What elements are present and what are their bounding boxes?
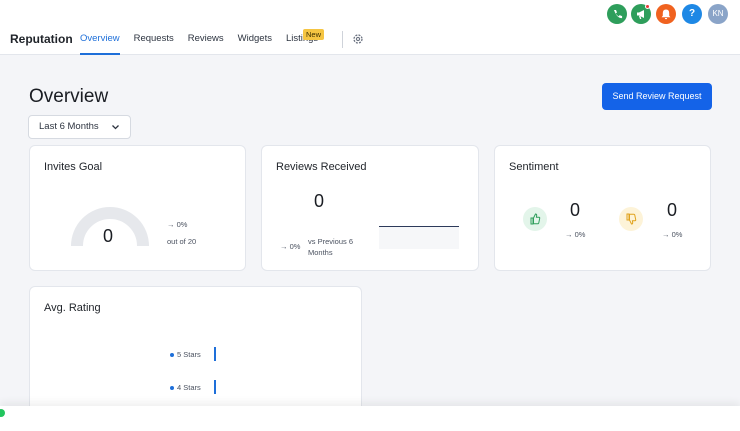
reviews-comparison: vs Previous 6 Months [308, 237, 354, 257]
tab-widgets[interactable]: Widgets [238, 33, 272, 55]
chevron-down-icon [111, 116, 120, 146]
tab-overview[interactable]: Overview [80, 33, 120, 55]
send-review-request-button[interactable]: Send Review Request [602, 83, 712, 110]
card-title: Reviews Received [276, 161, 367, 173]
reviews-sparkline-area [379, 227, 459, 249]
help-icon[interactable]: ? [682, 4, 702, 24]
top-bar: Reputation Overview Requests Reviews Wid… [0, 0, 740, 55]
period-select-value: Last 6 Months [39, 121, 99, 132]
bottom-overlay [0, 406, 740, 431]
negative-change: → 0% [662, 230, 683, 239]
invites-change: → 0% [167, 220, 188, 229]
thumbs-up-icon [523, 207, 547, 231]
new-badge: New [303, 29, 325, 40]
page-title: Overview [29, 86, 109, 107]
sentiment-card: Sentiment 0 → 0% 0 → 0% [494, 145, 711, 271]
card-title: Avg. Rating [44, 302, 101, 314]
rating-dot [170, 353, 174, 358]
period-select[interactable]: Last 6 Months [28, 115, 131, 139]
rating-label: 5 Stars [177, 350, 201, 359]
tab-reviews[interactable]: Reviews [188, 33, 224, 55]
avg-rating-card: Avg. Rating 5 Stars 4 Stars [29, 286, 362, 426]
positive-value: 0 [570, 200, 581, 220]
positive-change: → 0% [565, 230, 586, 239]
thumbs-down-icon [619, 207, 643, 231]
notification-dot [645, 4, 650, 9]
divider [342, 31, 343, 48]
tab-requests[interactable]: Requests [134, 33, 174, 55]
negative-value: 0 [667, 200, 678, 220]
rating-bar [214, 347, 216, 361]
avatar[interactable]: KN [708, 4, 728, 24]
gear-icon[interactable] [352, 33, 364, 45]
reviews-received-card: Reviews Received 0 → 0% vs Previous 6 Mo… [261, 145, 479, 271]
card-title: Sentiment [509, 161, 559, 173]
bell-icon[interactable] [656, 4, 676, 24]
reviews-change: → 0% [280, 242, 301, 251]
reviews-value: 0 [314, 191, 325, 211]
card-title: Invites Goal [44, 161, 103, 173]
rating-label: 4 Stars [177, 383, 201, 392]
rating-row: 5 Stars [170, 350, 201, 359]
rating-dot [170, 386, 174, 391]
invites-value: 0 [103, 226, 114, 246]
rating-bar [214, 380, 216, 394]
tab-bar: Overview Requests Reviews Widgets Listin… [80, 33, 332, 55]
app-title: Reputation [10, 32, 73, 46]
invites-goal-card: Invites Goal 0 → 0% out of 20 [29, 145, 246, 271]
invites-out-of: out of 20 [167, 237, 197, 246]
rating-row: 4 Stars [170, 383, 201, 392]
phone-icon[interactable] [607, 4, 627, 24]
